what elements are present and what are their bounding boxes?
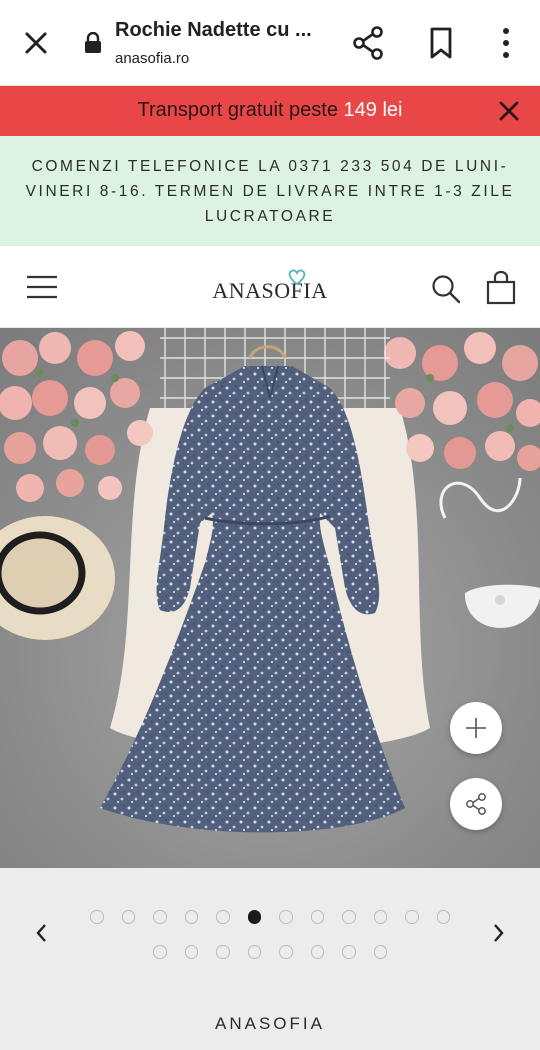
- page-url[interactable]: anasofia.ro: [115, 50, 189, 67]
- gallery-dot[interactable]: [216, 945, 230, 959]
- close-icon[interactable]: [494, 96, 524, 126]
- gallery-dot[interactable]: [310, 945, 324, 959]
- chevron-right-icon[interactable]: [486, 918, 512, 948]
- gallery-dots-row-1: [0, 910, 540, 924]
- product-image[interactable]: [0, 328, 540, 868]
- promo-label: Transport gratuit peste: [137, 99, 344, 121]
- site-header: ANASOFIA: [0, 246, 540, 328]
- gallery-dots-row-2: [0, 945, 540, 959]
- promo-text: Transport gratuit peste 149 lei: [0, 99, 540, 122]
- heart-logo-icon: [285, 268, 309, 286]
- plus-icon: [466, 718, 486, 738]
- gallery-dot[interactable]: [373, 945, 387, 959]
- gallery-dot[interactable]: [184, 910, 198, 924]
- product-brand[interactable]: ANASOFIA: [0, 1014, 540, 1034]
- gallery-dot[interactable]: [247, 945, 261, 959]
- gallery-dot[interactable]: [342, 910, 356, 924]
- gallery-dot[interactable]: [436, 910, 450, 924]
- gallery-dot[interactable]: [405, 910, 419, 924]
- lock-icon: [83, 31, 103, 54]
- promo-amount: 149 lei: [343, 99, 403, 121]
- bookmark-icon[interactable]: [424, 25, 458, 61]
- page-title: Rochie Nadette cu ...: [115, 19, 312, 41]
- search-icon[interactable]: [430, 273, 462, 305]
- share-icon: [466, 793, 486, 815]
- close-icon[interactable]: [18, 25, 54, 61]
- info-text: COMENZI TELEFONICE LA 0371 233 504 DE LU…: [25, 158, 515, 225]
- gallery-dot[interactable]: [184, 945, 198, 959]
- gallery-dot[interactable]: [216, 910, 230, 924]
- info-banner: COMENZI TELEFONICE LA 0371 233 504 DE LU…: [0, 136, 540, 246]
- gallery-dot[interactable]: [153, 945, 167, 959]
- gallery-dot[interactable]: [373, 910, 387, 924]
- zoom-button[interactable]: [450, 702, 502, 754]
- share-icon[interactable]: [350, 24, 388, 62]
- gallery-dot[interactable]: [90, 910, 104, 924]
- gallery-dot[interactable]: [279, 945, 293, 959]
- gallery-dot[interactable]: [153, 910, 167, 924]
- bag-icon[interactable]: [484, 270, 518, 306]
- gallery-dot[interactable]: [279, 910, 293, 924]
- more-icon[interactable]: [492, 25, 520, 61]
- gallery-dot[interactable]: [342, 945, 356, 959]
- share-product-button[interactable]: [450, 778, 502, 830]
- promo-banner: Transport gratuit peste 149 lei: [0, 86, 540, 136]
- browser-toolbar: Rochie Nadette cu ... anasofia.ro: [0, 0, 540, 86]
- gallery-dot[interactable]: [121, 910, 135, 924]
- gallery-dot[interactable]: [247, 910, 261, 924]
- gallery-dot[interactable]: [310, 910, 324, 924]
- image-gallery-controls: ANASOFIA: [0, 868, 540, 1050]
